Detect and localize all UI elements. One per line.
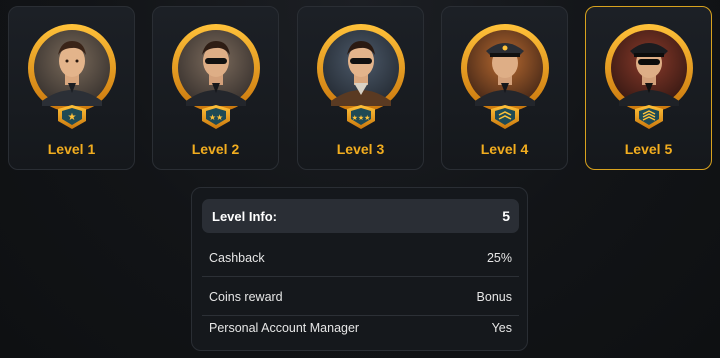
info-row-label: Personal Account Manager [209, 321, 360, 335]
avatar-level-3: ★★★ [314, 21, 408, 131]
info-row-label: Coins reward [209, 289, 283, 304]
info-row-cashback: Cashback 25% [202, 239, 519, 277]
level-label: Level 4 [480, 141, 529, 157]
info-row-value: 25% [486, 250, 512, 265]
level-card-5[interactable]: Level 5 [585, 6, 712, 170]
avatar-level-2: ★★ [169, 21, 263, 131]
level-label: Level 5 [624, 141, 673, 157]
level-info-header: Level Info: 5 [202, 199, 519, 233]
avatar-level-5 [602, 21, 696, 131]
level-cards: ★ Level 1 ★★ Level 2 ★★★ Level 3 Level 4… [8, 6, 714, 170]
level-info-panel: Level Info: 5 Cashback 25% Coins reward … [191, 187, 528, 351]
level-card-3[interactable]: ★★★ Level 3 [297, 6, 424, 170]
level-card-1[interactable]: ★ Level 1 [8, 6, 135, 170]
level-label: Level 1 [47, 141, 96, 157]
info-row-personal-manager: Personal Account Manager Yes [202, 309, 519, 347]
svg-text:★★: ★★ [208, 113, 222, 122]
level-label: Level 3 [336, 141, 385, 157]
avatar-level-4 [458, 21, 552, 131]
info-row-label: Cashback [209, 250, 265, 265]
level-card-4[interactable]: Level 4 [441, 6, 568, 170]
info-row-value: Bonus [476, 289, 512, 304]
svg-text:★★★: ★★★ [351, 114, 370, 122]
level-label: Level 2 [191, 141, 240, 157]
svg-text:★: ★ [67, 112, 76, 123]
level-card-2[interactable]: ★★ Level 2 [152, 6, 279, 170]
level-info-value: 5 [502, 208, 510, 224]
level-info-title: Level Info: [212, 208, 278, 224]
info-row-value: Yes [491, 321, 512, 335]
avatar-level-1: ★ [25, 21, 119, 131]
